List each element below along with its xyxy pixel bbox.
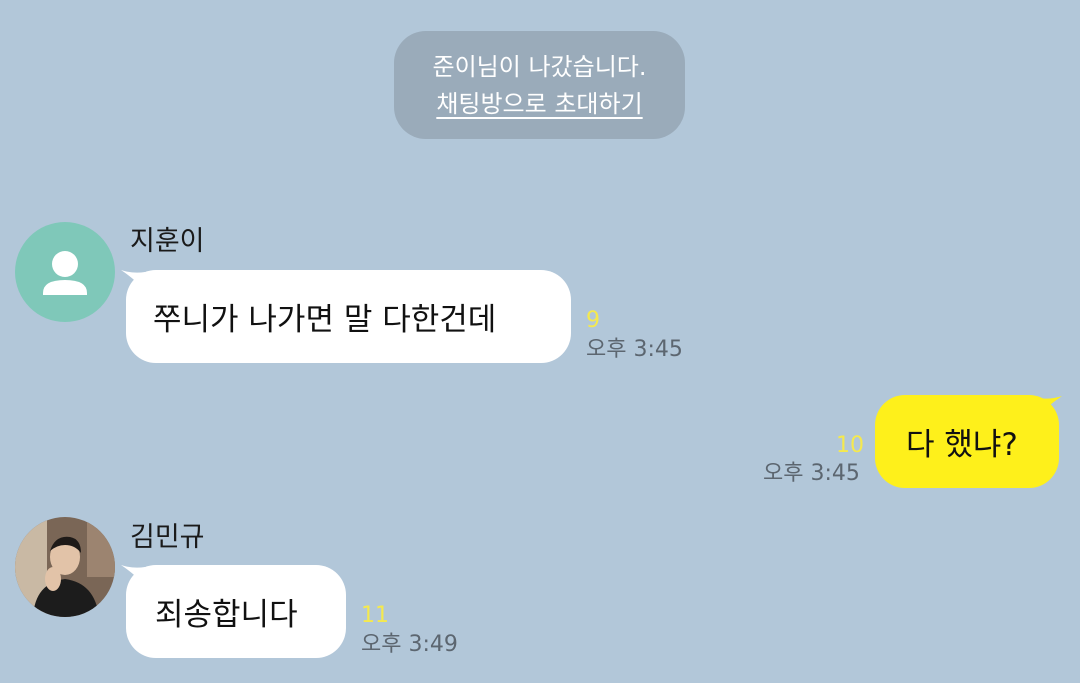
unread-count: 11 xyxy=(361,603,389,628)
message-text: 쭈니가 나가면 말 다한건데 xyxy=(153,302,497,338)
message-bubble[interactable]: 다 했냐? xyxy=(875,395,1059,488)
message-text: 죄송합니다 xyxy=(155,597,298,633)
unread-count: 10 xyxy=(836,433,864,458)
system-notice: 준이님이 나갔습니다. 채팅방으로 초대하기 xyxy=(394,31,685,139)
message-bubble[interactable]: 쭈니가 나가면 말 다한건데 xyxy=(126,270,571,363)
message-time: 오후 3:45 xyxy=(763,461,860,486)
sender-name: 지훈이 xyxy=(130,226,205,257)
default-profile-icon xyxy=(43,251,87,295)
sender-name: 김민규 xyxy=(130,522,205,553)
profile-photo-icon xyxy=(15,517,115,617)
message-bubble[interactable]: 죄송합니다 xyxy=(126,565,346,658)
avatar-jihoon[interactable] xyxy=(15,222,115,322)
avatar-kimmingyu[interactable] xyxy=(15,517,115,617)
invite-to-chat-link[interactable]: 채팅방으로 초대하기 xyxy=(436,85,642,123)
bubble-tail xyxy=(1038,396,1062,416)
message-text: 다 했냐? xyxy=(906,427,1018,463)
message-time: 오후 3:45 xyxy=(586,337,683,362)
member-left-text: 준이님이 나갔습니다. xyxy=(432,53,647,81)
unread-count: 9 xyxy=(586,308,600,333)
message-time: 오후 3:49 xyxy=(361,632,458,657)
